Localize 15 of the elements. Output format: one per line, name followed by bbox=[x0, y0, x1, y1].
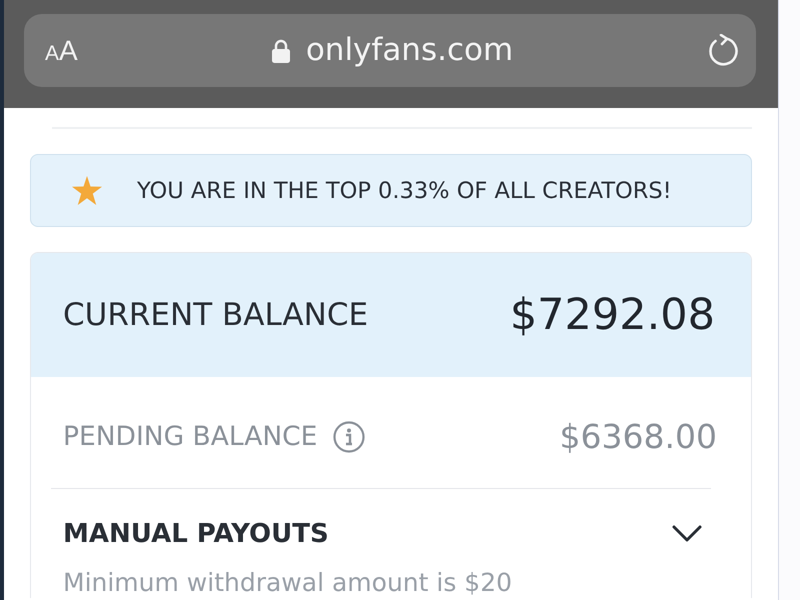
star-icon bbox=[72, 176, 102, 205]
info-icon[interactable] bbox=[333, 420, 366, 452]
pending-balance-amount: $6368.00 bbox=[560, 417, 717, 456]
banner-text: YOU ARE IN THE TOP 0.33% OF ALL CREATORS! bbox=[137, 178, 672, 204]
withdrawal-note: Minimum withdrawal amount is $20 bbox=[62, 568, 514, 598]
reload-icon[interactable] bbox=[706, 34, 740, 68]
pending-balance-label: PENDING BALANCE bbox=[63, 421, 318, 452]
manual-payouts-title[interactable]: MANUAL PAYOUTS bbox=[63, 516, 329, 552]
current-balance-amount: $7292.08 bbox=[510, 290, 715, 340]
address-bar[interactable]: AA onlyfans.com bbox=[24, 14, 756, 87]
current-balance-label: CURRENT BALANCE bbox=[63, 297, 368, 333]
text-size-button[interactable]: AA bbox=[45, 36, 78, 64]
chevron-icon[interactable] bbox=[672, 525, 702, 543]
lock-icon bbox=[272, 38, 290, 62]
url-text[interactable]: onlyfans.com bbox=[306, 35, 514, 66]
